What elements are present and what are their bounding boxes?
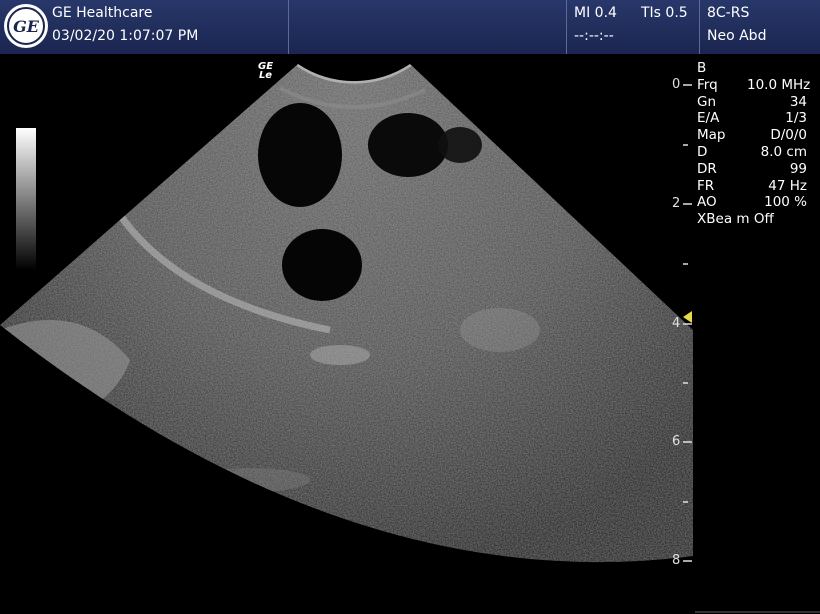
param-row-depth: D 8.0 cm [697, 144, 807, 161]
param-label: FR [697, 177, 715, 194]
probe-name: 8C-RS [707, 5, 750, 21]
depth-label-0: 0 [672, 77, 681, 92]
probe-orientation-mark: GE Le [258, 62, 273, 81]
param-row-acoustic-output: AO 100 % [697, 194, 807, 211]
ge-logo-letters: GE [7, 7, 45, 45]
param-label: D [697, 143, 708, 160]
exam-timer: --:--:-- [574, 28, 614, 44]
param-value: 100 % [764, 194, 807, 211]
header-divider [699, 0, 700, 54]
header-divider [566, 0, 567, 54]
grayscale-map-bar [16, 128, 36, 270]
brand-name: GE Healthcare [52, 5, 153, 21]
thermal-index: TIs 0.5 [641, 5, 688, 21]
mechanical-index: MI 0.4 [574, 5, 617, 21]
depth-label-4: 4 [672, 316, 681, 331]
param-row-frequency: Frq 10.0 MHz [697, 76, 811, 94]
param-row-map: Map D/0/0 [697, 127, 807, 144]
param-value: 1/3 [785, 110, 807, 127]
ge-logo-icon: GE [4, 4, 48, 48]
param-value: 10.0 MHz [747, 76, 811, 93]
param-row-frame-rate: FR 47 Hz [697, 178, 807, 195]
header-bar: GE GE Healthcare 03/02/20 1:07:07 PM MI … [0, 0, 820, 54]
header-divider [288, 0, 289, 54]
param-row-gain: Gn 34 [697, 94, 807, 111]
preset-name: Neo Abd [707, 28, 767, 44]
focus-depth-marker-icon[interactable] [683, 311, 692, 324]
depth-label-2: 2 [672, 196, 681, 211]
param-label: Frq [697, 76, 718, 93]
exam-datetime: 03/02/20 1:07:07 PM [52, 28, 199, 44]
param-label: Map [697, 127, 726, 144]
imaging-parameters: B Frq 10.0 MHz Gn 34 E/A 1/3 Map D/0/0 D… [697, 60, 811, 228]
param-label: E/A [697, 110, 720, 127]
param-label: Gn [697, 93, 717, 110]
param-row-edge-averaging: E/A 1/3 [697, 110, 807, 127]
xbeam-status: XBea m Off [697, 211, 774, 228]
param-label: DR [697, 160, 717, 177]
orientation-mark-bottom: Le [258, 70, 273, 81]
param-value: 99 [789, 160, 807, 177]
param-value: D/0/0 [770, 127, 807, 144]
depth-label-6: 6 [672, 434, 681, 449]
depth-label-8: 8 [672, 553, 681, 568]
param-value: 34 [789, 93, 807, 110]
imaging-mode: B [697, 60, 707, 76]
param-value: 8.0 cm [760, 143, 807, 160]
param-label: AO [697, 194, 717, 211]
param-value: 47 Hz [768, 177, 807, 194]
param-row-dynamic-range: DR 99 [697, 161, 807, 178]
